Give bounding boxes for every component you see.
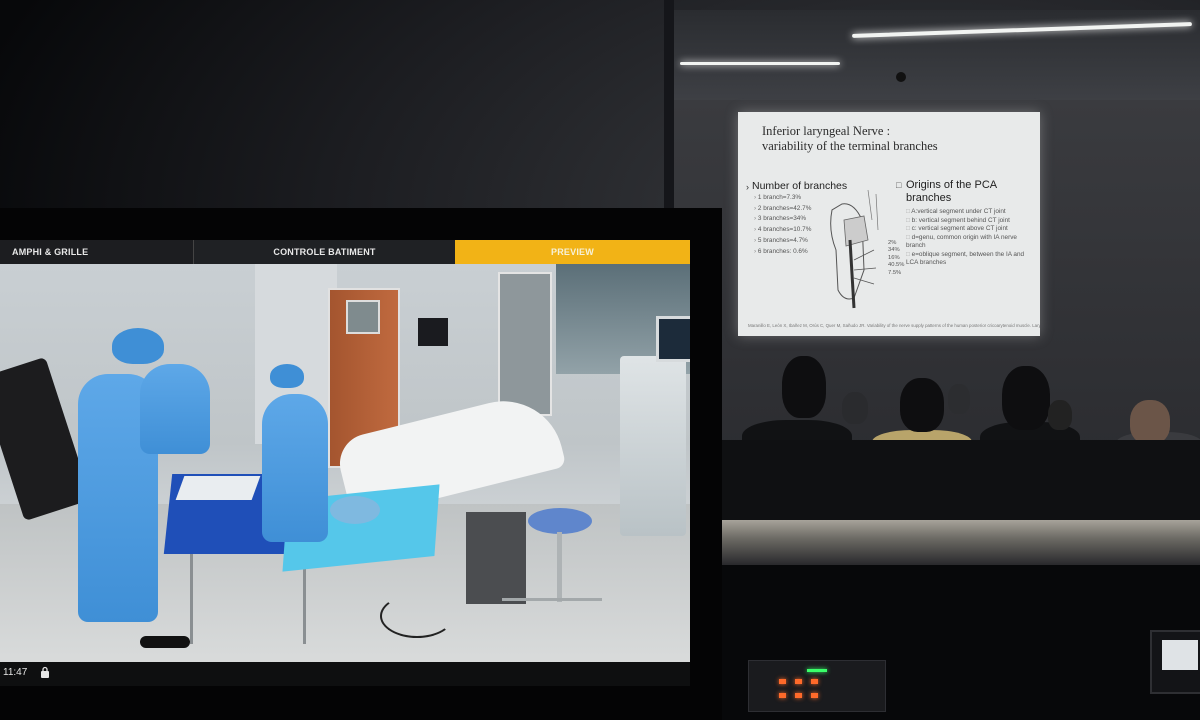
surgeon-1-cap <box>112 328 164 364</box>
nurse-cap <box>270 364 304 388</box>
instrument-tray <box>175 476 261 500</box>
larynx-diagram <box>830 189 879 309</box>
slide-title-line-1: Inferior laryngeal Nerve : <box>762 124 891 138</box>
checkbox-bullet-icon: □ <box>896 180 902 190</box>
list-item: d=genu, common origin with IA nerve bran… <box>906 234 1036 251</box>
clock: 11:47 <box>3 667 28 678</box>
stool-pole <box>557 532 562 602</box>
operating-table-base <box>466 512 526 604</box>
projected-slide: Inferior laryngeal Nerve : variability o… <box>738 112 1040 336</box>
cable <box>380 594 454 638</box>
desk-edge <box>720 520 1200 566</box>
pct-label: 2% <box>888 240 897 246</box>
pct-label: 34% <box>888 247 900 254</box>
wall-monitor <box>418 318 448 346</box>
list-item: A:vertical segment under CT joint <box>906 208 1036 217</box>
surgeon-2 <box>140 364 210 454</box>
percentage-labels: 2% 34% 16% 40.5% 7.5% <box>888 240 904 277</box>
tab-controle-batiment[interactable]: CONTROLE BATIMENT <box>194 240 455 264</box>
list-item: b: vertical segment behind CT joint <box>906 217 1036 226</box>
slide-title-line-2: variability of the terminal branches <box>762 139 938 153</box>
list-item: c: vertical segment above CT joint <box>906 225 1036 234</box>
ceiling-light <box>680 62 840 65</box>
slide-right-heading: Origins of the PCA branches <box>906 179 997 204</box>
list-item: 1 branch=7.3% <box>754 193 811 204</box>
list-item: e=oblique segment, between the IA and LC… <box>906 251 1036 268</box>
tab-bar: AMPHI & GRILLE CONTROLE BATIMENT PREVIEW <box>0 240 690 264</box>
patient-head <box>330 496 380 524</box>
slide-title: Inferior laryngeal Nerve : variability o… <box>762 124 1032 154</box>
list-item: 3 branches=34% <box>754 214 811 225</box>
origins-list: A:vertical segment under CT joint b: ver… <box>906 208 1036 268</box>
branch-count-list: 1 branch=7.3% 2 branches=42.7% 3 branche… <box>754 193 811 257</box>
bullet-arrow-icon: › <box>746 182 749 192</box>
secondary-monitor <box>1150 630 1200 694</box>
pct-label: 16% <box>888 254 900 261</box>
anesthesia-machine <box>620 356 686 536</box>
nurse <box>262 394 328 542</box>
list-item: 2 branches=42.7% <box>754 204 811 215</box>
status-bar: 11:47 <box>0 662 690 686</box>
list-item: 6 branches: 0.6% <box>754 247 811 258</box>
tab-preview[interactable]: PREVIEW <box>455 240 690 264</box>
stool-seat <box>528 508 592 534</box>
lock-icon[interactable] <box>40 665 50 678</box>
tab-amphi-grille[interactable]: AMPHI & GRILLE <box>0 240 194 264</box>
anesthesia-screen <box>656 316 690 362</box>
surgeon-1-shoes <box>140 636 190 648</box>
equipment-rack <box>498 272 552 416</box>
operating-room-video <box>0 264 690 662</box>
list-item: 5 branches=4.7% <box>754 236 811 247</box>
pct-label: 40.5% <box>888 262 905 269</box>
audio-panel <box>748 660 886 712</box>
stool-base <box>502 598 602 609</box>
door-window <box>346 300 380 334</box>
pct-label: 7.5% <box>888 269 902 276</box>
monitor-screen: AMPHI & GRILLE CONTROLE BATIMENT PREVIEW <box>0 240 690 686</box>
slide-reference: Maranillo E, León X, Ibañez M, Orús C, Q… <box>748 323 1040 328</box>
list-item: 4 branches=10.7% <box>754 225 811 236</box>
ceiling-projector <box>896 72 906 82</box>
